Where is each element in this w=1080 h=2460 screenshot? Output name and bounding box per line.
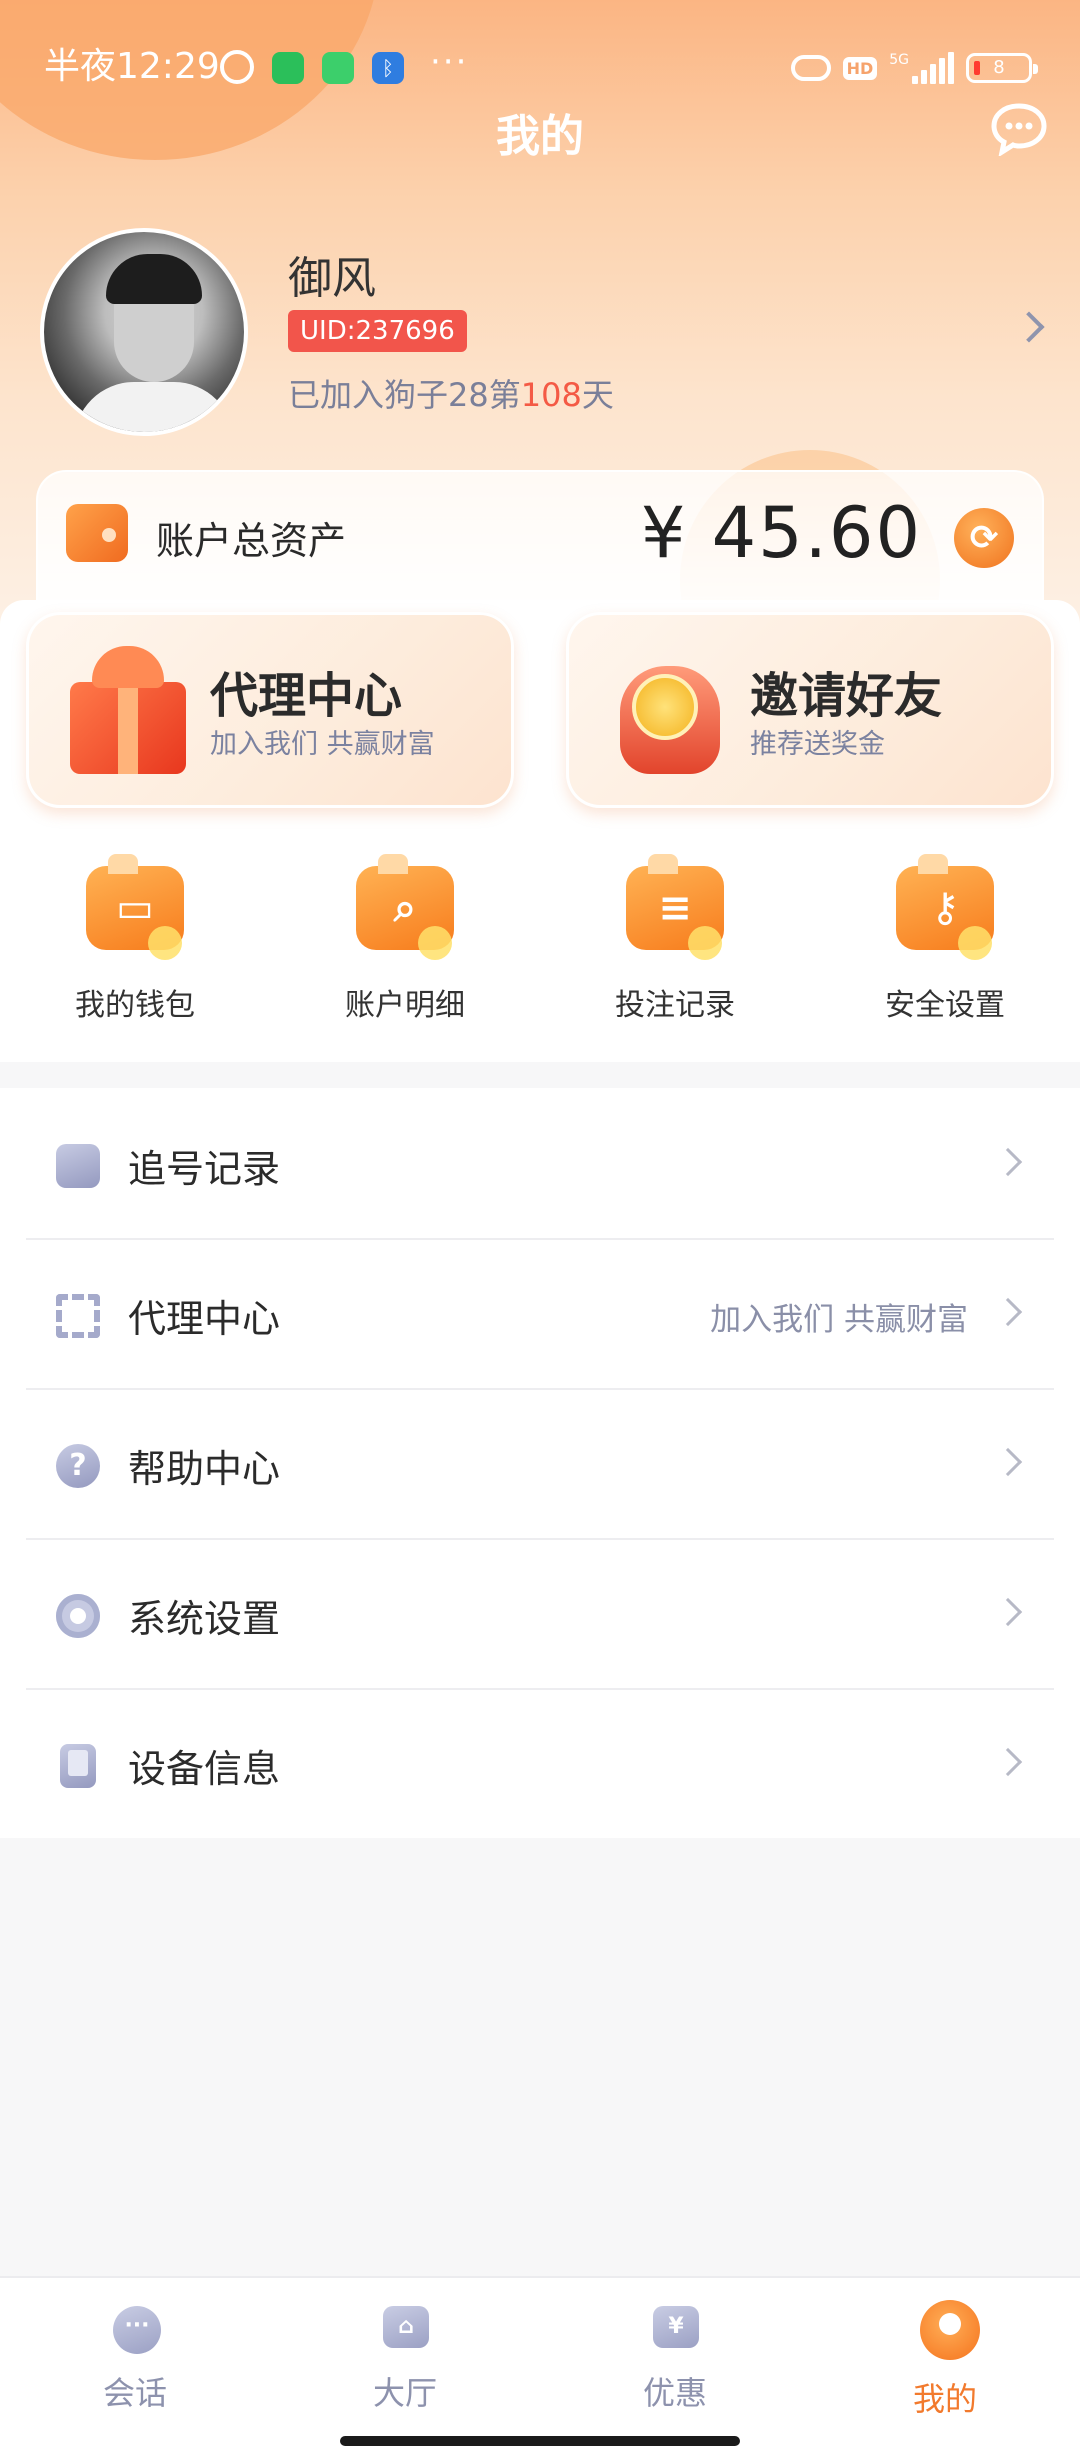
menu-item-subtitle: 加入我们 共赢财富	[710, 1302, 968, 1338]
bluetooth-icon: ᛒ	[372, 52, 404, 84]
assets-card: 账户总资产 ¥ 45.60 ⟳	[36, 470, 1044, 610]
coin-hand-icon	[610, 646, 726, 774]
chevron-right-icon	[993, 1597, 1023, 1627]
tab-mine[interactable]: 我的	[810, 2296, 1080, 2426]
device-icon	[60, 1744, 96, 1788]
tab-label: 会话	[102, 2374, 167, 2412]
clipboard-icon: ≡	[626, 854, 724, 960]
status-time: 半夜12:29	[44, 46, 220, 87]
my-wallet-button[interactable]: ▭ 我的钱包	[0, 850, 270, 1030]
user-icon	[920, 2300, 980, 2360]
menu-item-label: 设备信息	[128, 1747, 281, 1791]
chevron-right-icon	[993, 1447, 1023, 1477]
qr-code-icon	[56, 1294, 100, 1338]
network-type: 5G	[889, 52, 909, 68]
battery-icon: 8	[966, 53, 1038, 83]
hd-icon: HD	[842, 56, 878, 80]
more-notifications-icon: ···	[430, 42, 469, 82]
menu-item-help-center[interactable]: ? 帮助中心	[0, 1388, 1080, 1538]
tab-label: 优惠	[642, 2374, 707, 2412]
bet-records-button[interactable]: ≡ 投注记录	[540, 850, 810, 1030]
quick-action-label: 投注记录	[615, 988, 735, 1023]
home-indicator[interactable]	[340, 2436, 740, 2446]
promo-title: 邀请好友	[750, 668, 943, 724]
menu-item-label: 追号记录	[128, 1147, 281, 1191]
status-right: HD 5G 8	[790, 50, 1038, 86]
coupon-icon: ¥	[653, 2306, 699, 2348]
menu-item-system-settings[interactable]: 系统设置	[0, 1538, 1080, 1688]
security-settings-button[interactable]: ⚷ 安全设置	[810, 850, 1080, 1030]
assets-amount: ¥ 45.60	[640, 492, 922, 574]
bottom-nav: ··· 会话 ⌂ 大厅 ¥ 优惠 我的	[0, 2276, 1080, 2460]
avatar[interactable]	[40, 228, 248, 436]
menu-item-label: 帮助中心	[128, 1447, 281, 1491]
promo-subtitle: 推荐送奖金	[750, 729, 885, 760]
search-icon: ⌕	[356, 854, 454, 960]
chevron-right-icon	[993, 1297, 1023, 1327]
message-icon[interactable]	[990, 102, 1048, 156]
wrench-app-icon	[322, 52, 354, 84]
promo-title: 代理中心	[210, 668, 403, 724]
wallet-icon: ▭	[86, 854, 184, 960]
chevron-right-icon	[993, 1747, 1023, 1777]
signal-icon: 5G	[889, 52, 954, 84]
quick-action-label: 我的钱包	[75, 988, 195, 1023]
assets-label: 账户总资产	[156, 519, 347, 563]
chat-bubble-icon: ···	[113, 2306, 161, 2354]
quick-action-label: 安全设置	[885, 988, 1005, 1023]
agent-center-card[interactable]: 代理中心 加入我们 共赢财富	[26, 612, 514, 808]
invite-friends-card[interactable]: 邀请好友 推荐送奖金	[566, 612, 1054, 808]
wallet-icon	[66, 504, 128, 562]
status-bar: 半夜12:29 ᛒ ··· HD 5G 8	[0, 40, 1080, 94]
app-notification-icon	[272, 52, 304, 84]
page-title: 我的	[496, 111, 584, 162]
tab-promotions[interactable]: ¥ 优惠	[540, 2296, 810, 2426]
tab-lobby[interactable]: ⌂ 大厅	[270, 2296, 540, 2426]
menu-item-chase-records[interactable]: 追号记录	[0, 1088, 1080, 1238]
tab-label: 我的	[912, 2380, 977, 2418]
quick-action-label: 账户明细	[345, 988, 465, 1023]
gift-icon	[70, 646, 186, 774]
tab-chat[interactable]: ··· 会话	[0, 2296, 270, 2426]
settings-menu: 追号记录 代理中心 加入我们 共赢财富 ? 帮助中心 系统设置 设备信息	[0, 1088, 1080, 1838]
help-icon: ?	[56, 1444, 100, 1488]
menu-item-label: 代理中心	[128, 1297, 281, 1341]
promo-subtitle: 加入我们 共赢财富	[210, 729, 435, 760]
gear-icon	[56, 1594, 100, 1638]
link-icon	[790, 55, 831, 81]
menu-item-device-info[interactable]: 设备信息	[0, 1688, 1080, 1838]
alarm-icon	[220, 50, 254, 84]
document-icon	[56, 1144, 100, 1188]
refresh-icon[interactable]: ⟳	[954, 508, 1014, 568]
menu-item-label: 系统设置	[128, 1597, 281, 1641]
tab-label: 大厅	[372, 2374, 437, 2412]
account-details-button[interactable]: ⌕ 账户明细	[270, 850, 540, 1030]
joined-days-count: 108	[520, 376, 582, 414]
uid-badge: UID:237696	[288, 310, 467, 352]
joined-days-text: 已加入狗子28第108天	[288, 376, 614, 414]
menu-item-agent-center[interactable]: 代理中心 加入我们 共赢财富	[0, 1238, 1080, 1388]
bank-building-icon: ⌂	[383, 2306, 429, 2348]
username: 御风	[288, 253, 376, 304]
chevron-right-icon	[993, 1147, 1023, 1177]
key-icon: ⚷	[896, 854, 994, 960]
